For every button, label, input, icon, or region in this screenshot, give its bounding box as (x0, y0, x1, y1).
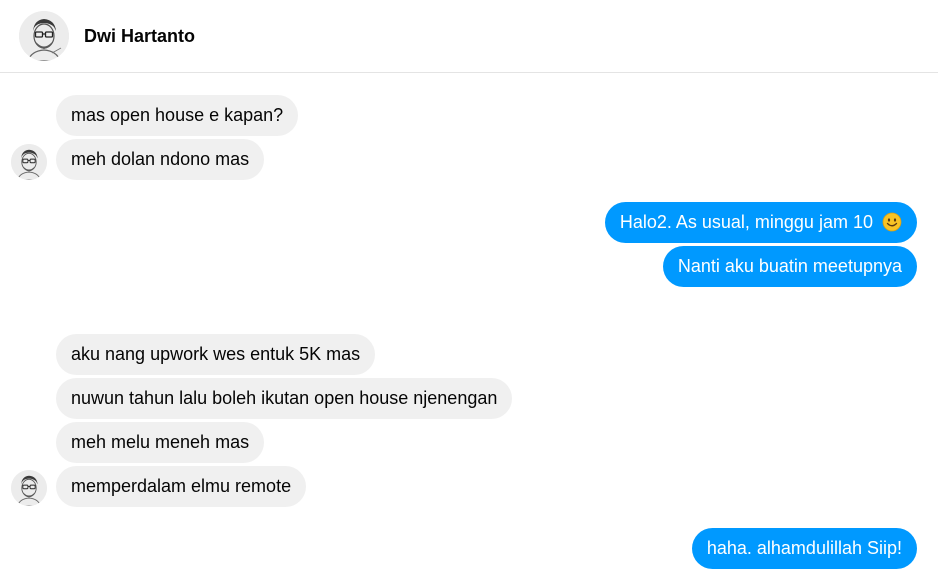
sketch-avatar-icon (11, 144, 47, 180)
outgoing-message[interactable]: Halo2. As usual, minggu jam 10 (604, 202, 917, 243)
smiley-emoji-icon (882, 212, 902, 232)
incoming-message[interactable]: meh dolan ndono mas (56, 139, 265, 180)
incoming-message[interactable]: memperdalam elmu remote (56, 466, 307, 507)
sender-avatar[interactable] (11, 144, 47, 180)
sketch-avatar-icon (19, 11, 69, 61)
outgoing-message[interactable]: Nanti aku buatin meetupnya (662, 246, 917, 287)
incoming-message[interactable]: nuwun tahun lalu boleh ikutan open house… (56, 378, 513, 419)
sketch-avatar-icon (11, 470, 47, 506)
outgoing-message-text: Halo2. As usual, minggu jam 10 (619, 212, 873, 232)
outgoing-message[interactable]: haha. alhamdulillah Siip! (691, 528, 917, 569)
chat-header: Dwi Hartanto (0, 0, 938, 73)
contact-name[interactable]: Dwi Hartanto (84, 25, 195, 47)
incoming-message[interactable]: mas open house e kapan? (56, 95, 299, 136)
contact-avatar[interactable] (19, 11, 69, 61)
incoming-message[interactable]: aku nang upwork wes entuk 5K mas (56, 334, 376, 375)
incoming-message[interactable]: meh melu meneh mas (56, 422, 265, 463)
chat-window: Dwi Hartanto mas open house e kapan? meh… (0, 0, 938, 570)
sender-avatar[interactable] (11, 470, 47, 506)
